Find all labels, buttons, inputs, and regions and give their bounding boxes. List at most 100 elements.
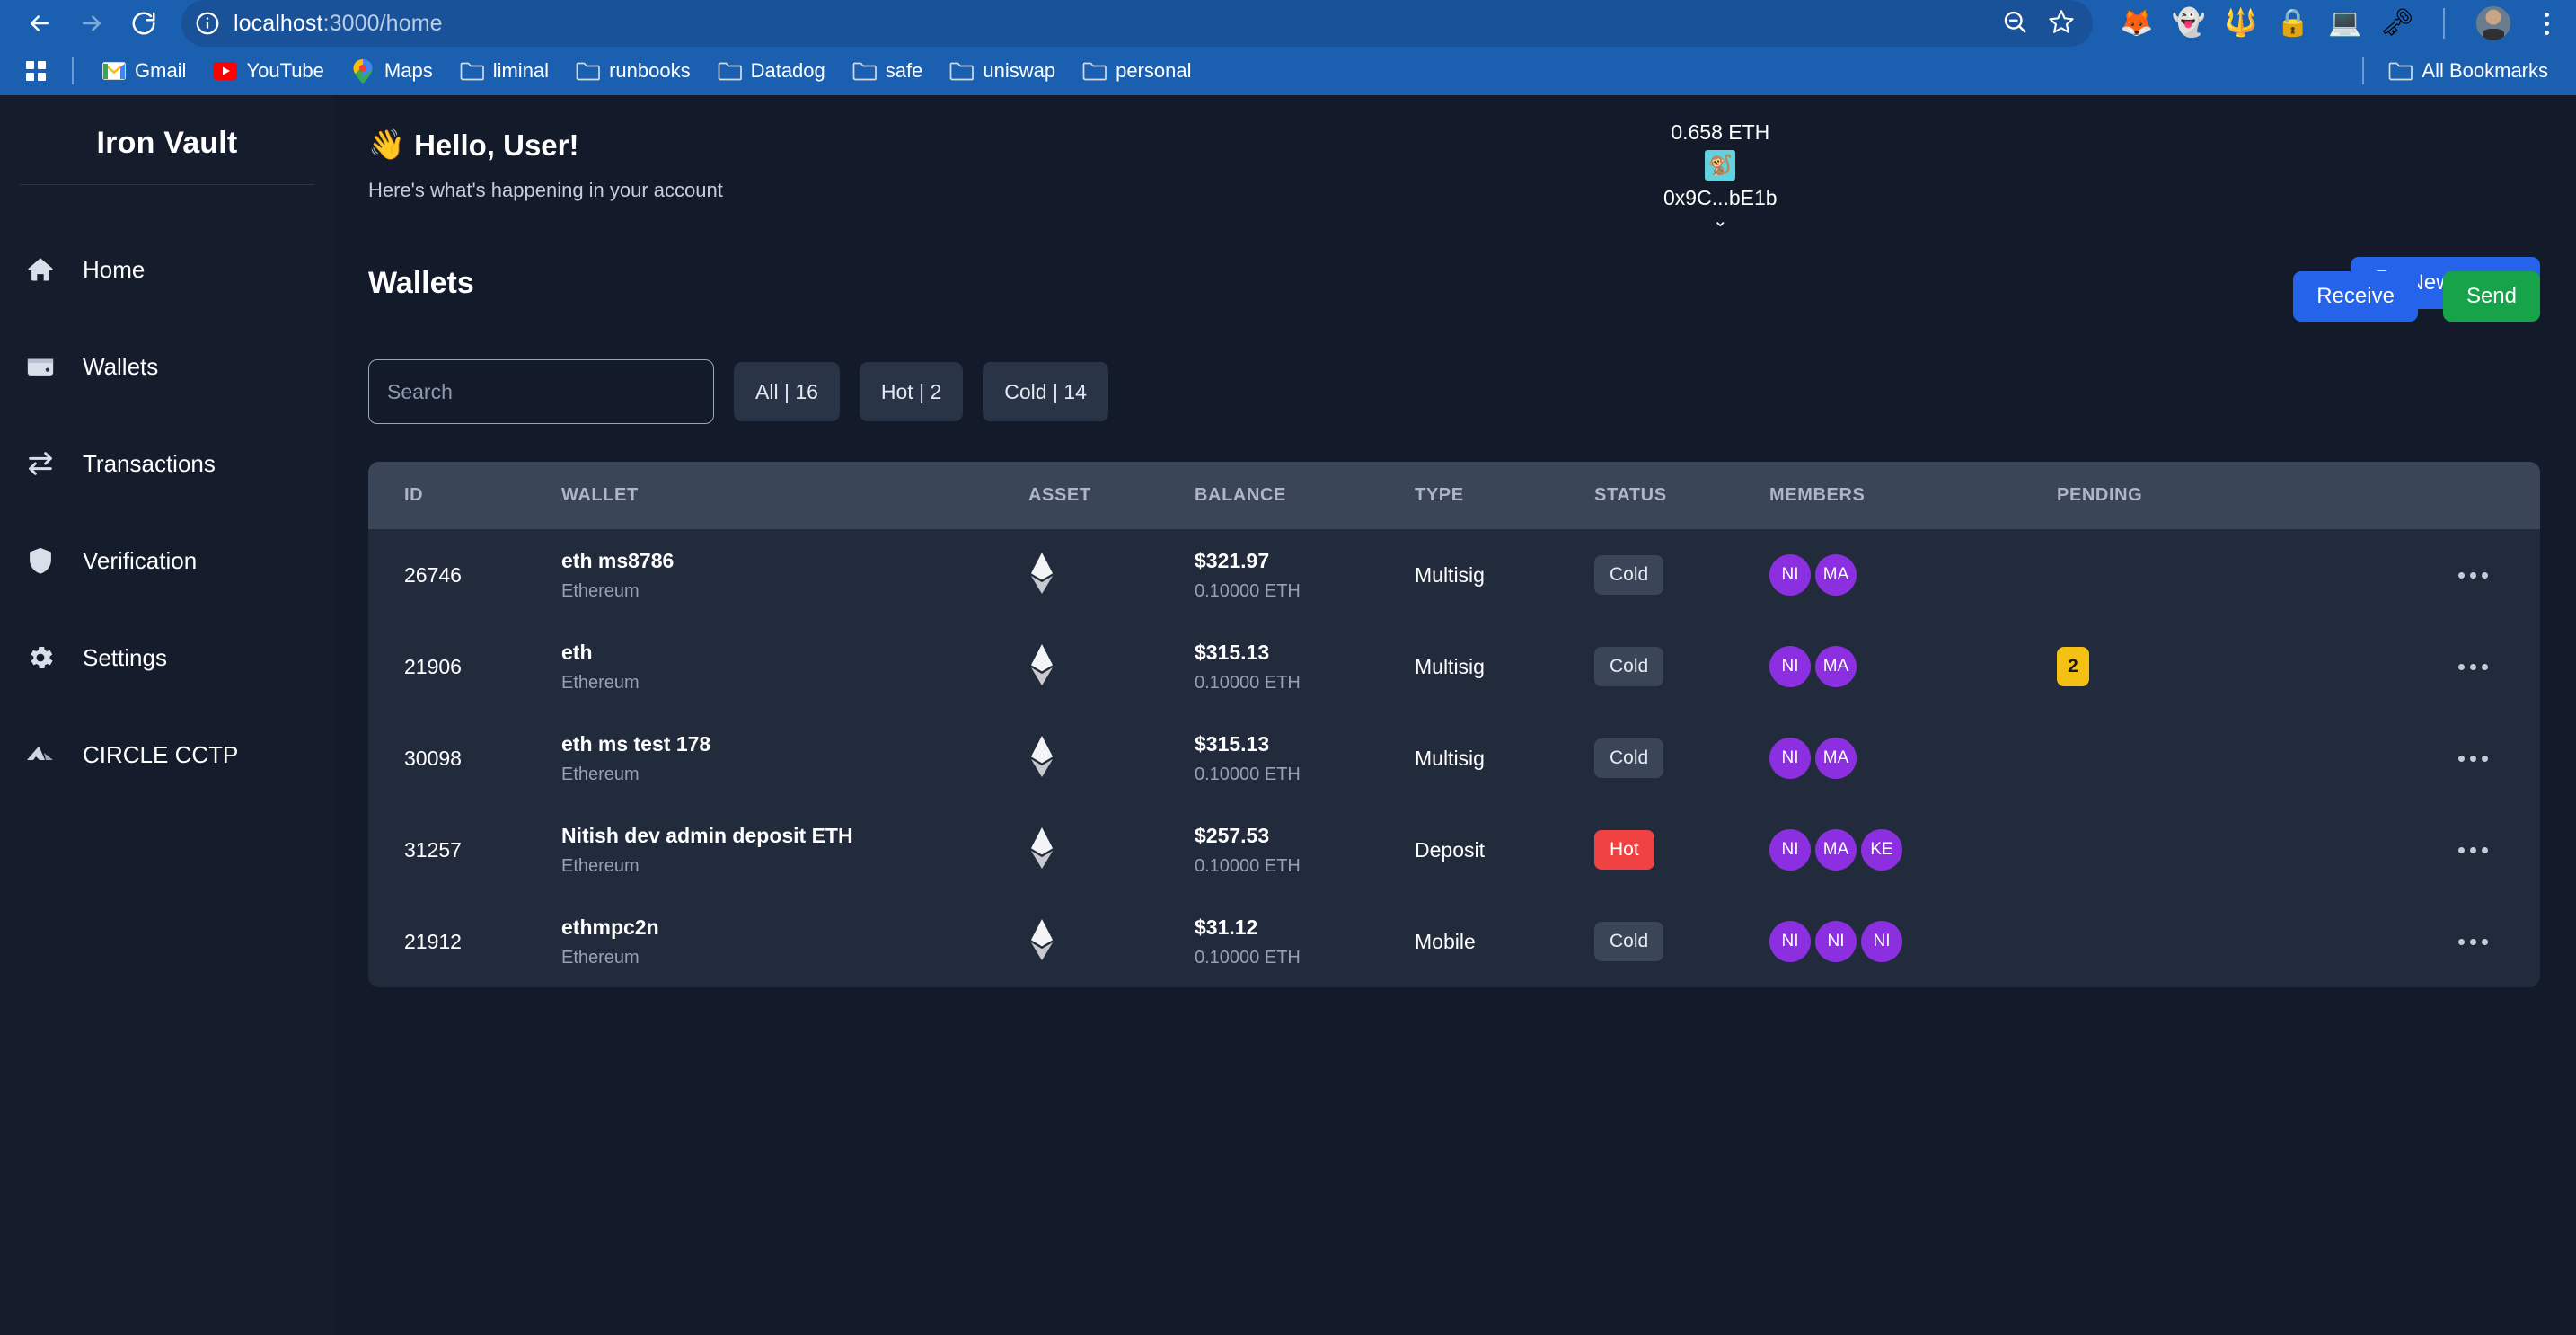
balance-usd: $315.13	[1195, 731, 1270, 756]
sidebar-item-settings[interactable]: Settings	[0, 631, 334, 685]
bookmark-gmail[interactable]: Gmail	[90, 52, 198, 90]
more-options-icon[interactable]	[2263, 571, 2540, 579]
bookmark-label: Datadog	[750, 59, 825, 82]
bookmark-safe[interactable]: safe	[841, 52, 935, 90]
status-badge: Hot	[1594, 830, 1654, 870]
folder-icon	[949, 59, 975, 84]
sidebar-item-verification[interactable]: Verification	[0, 534, 334, 588]
back-arrow-icon[interactable]	[16, 0, 63, 47]
bookmark-datadog[interactable]: Datadog	[706, 52, 837, 90]
bookmark-label: liminal	[492, 59, 550, 82]
all-bookmarks-label: All Bookmarks	[2422, 59, 2548, 82]
more-options-icon[interactable]	[2263, 846, 2540, 853]
member-avatar[interactable]: MA	[1815, 738, 1857, 779]
balance-native: 0.10000 ETH	[1195, 947, 1301, 968]
receive-button[interactable]: Receive	[2293, 271, 2418, 322]
metamask-extension-icon[interactable]: 🦊	[2120, 8, 2153, 39]
wallet-address: 0x9C...bE1b	[1663, 186, 1778, 209]
table-row[interactable]: 30098 eth ms test 178 Ethereum $315.13 0…	[368, 712, 2540, 804]
bookmark-liminal[interactable]: liminal	[448, 52, 560, 90]
wallet-type: Multisig	[1415, 654, 1485, 678]
sidebar-item-home[interactable]: Home	[0, 243, 334, 296]
member-avatar[interactable]: MA	[1815, 554, 1857, 596]
members-list: NI MA	[1769, 554, 2057, 596]
member-avatar[interactable]: NI	[1769, 829, 1811, 871]
member-avatar[interactable]: NI	[1769, 921, 1811, 962]
wallet-chain: Ethereum	[561, 672, 640, 693]
apps-grid-icon[interactable]	[16, 51, 56, 91]
search-input[interactable]	[368, 359, 714, 424]
table-row[interactable]: 21906 eth Ethereum $315.13 0.10000 ETH M…	[368, 621, 2540, 712]
browser-chrome: localhost:3000/home 🦊 👻 🔱 🔒 💻 🗝 Gmail Yo…	[0, 0, 2576, 95]
bookmark-label: safe	[885, 59, 923, 82]
sidebar-item-wallets[interactable]: Wallets	[0, 340, 334, 393]
address-bar[interactable]: localhost:3000/home	[181, 0, 2093, 47]
ethereum-icon	[1028, 643, 1055, 689]
member-avatar[interactable]: MA	[1815, 646, 1857, 687]
sidebar-item-label: Wallets	[83, 352, 159, 380]
wallets-panel-header: Wallets New Wallet	[368, 257, 2540, 309]
member-avatar[interactable]: NI	[1815, 921, 1857, 962]
sidebar-item-transactions[interactable]: Transactions	[0, 437, 334, 491]
url-host: localhost	[234, 10, 323, 36]
sidebar-divider	[20, 184, 314, 185]
filter-chip-cold[interactable]: Cold | 14	[983, 362, 1108, 421]
ethereum-icon	[1028, 735, 1055, 781]
chrome-menu-icon[interactable]	[2533, 12, 2560, 35]
wallet-name: eth ms8786	[561, 548, 675, 572]
member-avatar[interactable]: KE	[1861, 829, 1902, 871]
chevron-down-icon[interactable]: ⌄	[1713, 212, 1728, 230]
table-row[interactable]: 21912 ethmpc2n Ethereum $31.12 0.10000 E…	[368, 896, 2540, 987]
forward-arrow-icon[interactable]	[68, 0, 115, 47]
reload-icon[interactable]	[120, 0, 167, 47]
bookmark-label: Maps	[384, 59, 433, 82]
ledger-extension-icon[interactable]: 💻	[2328, 8, 2361, 39]
all-bookmarks-button[interactable]: All Bookmarks	[2377, 52, 2560, 90]
bookmark-youtube[interactable]: YouTube	[201, 52, 335, 90]
bookmarks-right-divider	[2362, 57, 2365, 84]
filter-chip-all[interactable]: All | 16	[734, 362, 840, 421]
connected-wallet-chip[interactable]: 0.658 ETH 🐒 0x9C...bE1b ⌄	[1663, 120, 1778, 230]
status-badge: Cold	[1594, 922, 1664, 961]
more-options-icon[interactable]	[2263, 938, 2540, 945]
table-row[interactable]: 31257 Nitish dev admin deposit ETH Ether…	[368, 804, 2540, 896]
profile-avatar[interactable]	[2475, 5, 2511, 41]
column-header-pending: PENDING	[2057, 485, 2143, 505]
bookmark-uniswap[interactable]: uniswap	[938, 52, 1067, 90]
bookmark-personal[interactable]: personal	[1071, 52, 1203, 90]
member-avatar[interactable]: NI	[1769, 646, 1811, 687]
members-list: NI MA KE	[1769, 829, 2057, 871]
transactions-arrows-icon	[23, 446, 57, 481]
status-badge: Cold	[1594, 647, 1664, 686]
member-avatar[interactable]: NI	[1861, 921, 1902, 962]
bookmark-runbooks[interactable]: runbooks	[564, 52, 702, 90]
bookmark-maps[interactable]: Maps	[340, 52, 445, 90]
keplr-extension-icon[interactable]: 🔱	[2224, 8, 2257, 39]
site-info-icon[interactable]	[194, 10, 221, 37]
table-row[interactable]: 26746 eth ms8786 Ethereum $321.97 0.1000…	[368, 529, 2540, 621]
send-button[interactable]: Send	[2442, 271, 2540, 322]
member-avatar[interactable]: NI	[1769, 738, 1811, 779]
keystore-extension-icon[interactable]: 🗝	[2380, 8, 2414, 39]
sidebar-item-label: Home	[83, 255, 146, 283]
more-options-icon[interactable]	[2263, 755, 2540, 762]
privacy-extension-icon[interactable]: 🔒	[2276, 8, 2309, 39]
balance-native: 0.10000 ETH	[1195, 580, 1301, 601]
filter-chip-hot[interactable]: Hot | 2	[859, 362, 964, 421]
ethereum-icon	[1028, 827, 1055, 872]
greeting-subtitle: Here's what's happening in your account	[368, 179, 723, 201]
star-icon[interactable]	[2048, 8, 2075, 40]
wallet-chain: Ethereum	[561, 580, 640, 601]
member-avatar[interactable]: MA	[1815, 829, 1857, 871]
gear-icon	[23, 641, 57, 675]
phantom-extension-icon[interactable]: 👻	[2172, 8, 2205, 39]
more-options-icon[interactable]	[2263, 663, 2540, 670]
bookmark-label: personal	[1116, 59, 1192, 82]
member-avatar[interactable]: NI	[1769, 554, 1811, 596]
zoom-out-icon[interactable]	[2001, 8, 2028, 40]
sidebar: Iron Vault Home Wallets Transactions Ver	[0, 95, 334, 1335]
url-text: localhost:3000/home	[234, 11, 443, 37]
wallet-chain: Ethereum	[561, 947, 640, 968]
bookmark-label: Gmail	[135, 59, 187, 82]
sidebar-item-circle-cctp[interactable]: CIRCLE CCTP	[0, 728, 334, 782]
